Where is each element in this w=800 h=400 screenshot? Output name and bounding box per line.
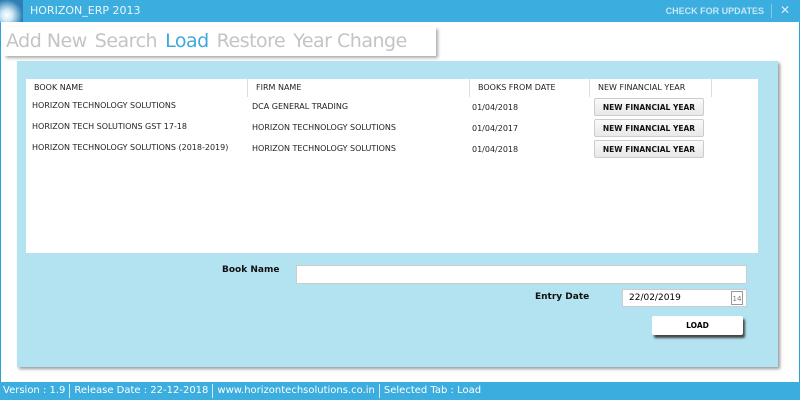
status-bar: Version : 1.9 Release Date : 22-12-2018 … [0,382,800,400]
date-cell: 01/04/2017 [472,124,519,133]
entry-date-label: Entry Date [535,292,590,302]
firm-name-cell: HORIZON TECHNOLOGY SOLUTIONS [252,144,396,153]
new-financial-year-button[interactable]: NEW FINANCIAL YEAR [594,140,704,158]
book-name-label: Book Name [222,265,280,275]
tab-bar: Add New Search Load Restore Year Change [4,27,436,56]
divider [771,4,772,18]
load-panel: BOOK NAME FIRM NAME BOOKS FROM DATE NEW … [17,61,778,367]
firm-name-cell: DCA GENERAL TRADING [252,102,349,111]
column-header-book-name[interactable]: BOOK NAME [26,79,248,97]
selected-tab-text: Selected Tab : Load [383,385,482,396]
new-financial-year-button[interactable]: NEW FINANCIAL YEAR [594,119,704,137]
entry-date-value: 22/02/2019 [629,293,681,303]
tab-search[interactable]: Search [95,27,158,56]
website-text: www.horizontechsolutions.co.in [213,384,380,398]
new-financial-year-button[interactable]: NEW FINANCIAL YEAR [594,98,704,116]
tab-year-change[interactable]: Year Change [293,27,407,56]
entry-date-input[interactable]: 22/02/2019 14 [622,289,747,307]
book-name-cell: HORIZON TECH SOLUTIONS GST 17-18 [32,122,188,131]
version-text: Version : 1.9 [3,384,71,398]
book-name-cell: HORIZON TECHNOLOGY SOLUTIONS [32,101,176,110]
tab-load[interactable]: Load [165,27,209,56]
book-name-cell: HORIZON TECHNOLOGY SOLUTIONS (2018-2019) [32,143,229,152]
date-cell: 01/04/2018 [472,145,519,154]
close-icon[interactable]: ✕ [780,3,790,17]
column-header-new-financial-year[interactable]: NEW FINANCIAL YEAR [590,79,712,97]
calendar-icon[interactable]: 14 [731,291,743,305]
date-cell: 01/04/2018 [472,103,519,112]
app-title: HORIZON_ERP 2013 [30,4,141,17]
books-grid: BOOK NAME FIRM NAME BOOKS FROM DATE NEW … [26,79,758,253]
column-header-firm-name[interactable]: FIRM NAME [248,79,470,97]
app-logo-icon [0,0,23,22]
tab-add-new[interactable]: Add New [6,27,87,56]
check-for-updates-link[interactable]: CHECK FOR UPDATES [666,6,764,16]
firm-name-cell: HORIZON TECHNOLOGY SOLUTIONS [252,123,396,132]
load-button[interactable]: LOAD [652,316,743,335]
column-header-books-from-date[interactable]: BOOKS FROM DATE [470,79,590,97]
title-bar: HORIZON_ERP 2013 CHECK FOR UPDATES ✕ [0,0,800,22]
release-date-text: Release Date : 22-12-2018 [70,384,214,398]
tab-restore[interactable]: Restore [217,27,286,56]
book-name-input[interactable] [296,265,747,284]
